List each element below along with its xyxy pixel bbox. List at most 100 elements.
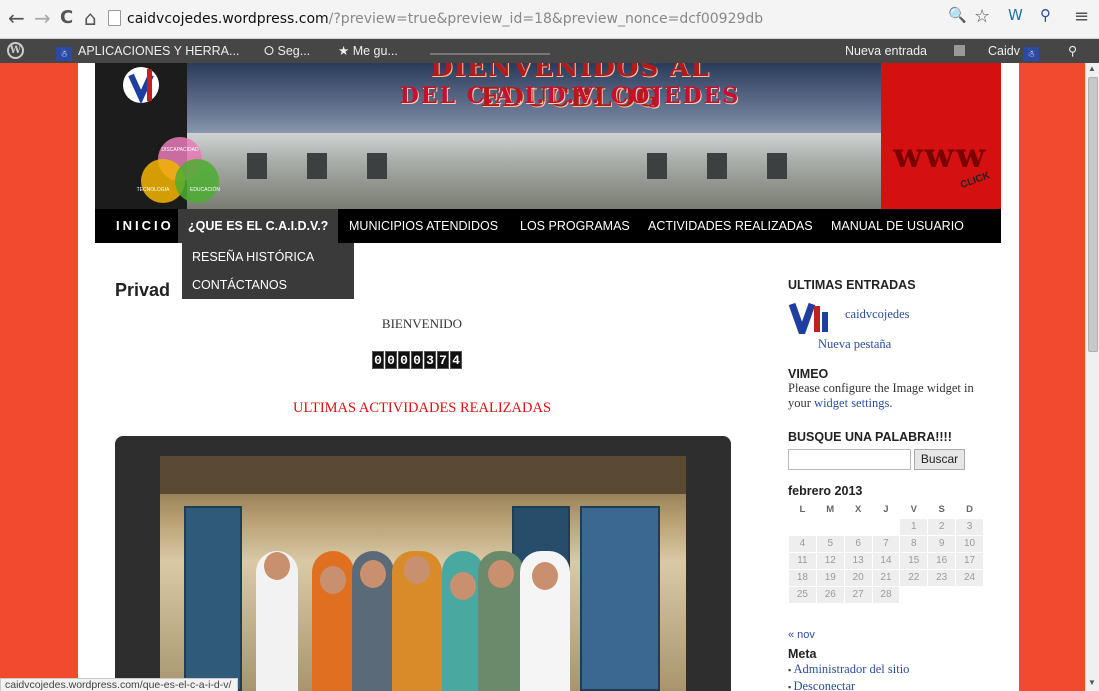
activities-slideshow[interactable] <box>115 436 731 691</box>
menu-icon[interactable]: ≡ <box>1074 6 1089 27</box>
counter-digit: 0 <box>372 351 384 369</box>
new-entry-link[interactable]: Nueva entrada <box>845 39 927 63</box>
calendar-day: 23 <box>927 568 957 587</box>
url-host: caidvcojedes.wordpress.com <box>127 11 329 27</box>
calendar-week: 123 <box>788 517 984 536</box>
scroll-up-icon[interactable]: ▲ <box>1088 64 1096 73</box>
calendar-day: 27 <box>843 585 873 604</box>
page-scrollbar[interactable]: ▲ ▼ <box>1085 63 1099 691</box>
calendar-day: 12 <box>815 551 845 570</box>
dropdown-item-contact[interactable]: CONTÁCTANOS <box>182 271 354 299</box>
page-icon <box>108 10 121 26</box>
dropdown-item-history[interactable]: RESEÑA HISTÓRICA <box>182 243 354 271</box>
circle-icon: ⭘ <box>264 44 275 58</box>
calendar-day <box>815 517 845 536</box>
calendar-day: 28 <box>871 585 901 604</box>
meta-title: Meta <box>788 647 817 661</box>
admin-bar-user-label: Caidv <box>988 44 1020 58</box>
notifications-icon[interactable] <box>954 45 965 56</box>
admin-bar-item-2[interactable]: ⭘ Seg... <box>264 39 310 63</box>
calendar-day: 19 <box>815 568 845 587</box>
latest-entries-title: ULTIMAS ENTRADAS <box>788 278 916 292</box>
calendar-day-header: L <box>799 504 806 516</box>
wordpress-extension-icon[interactable]: W <box>1008 6 1023 24</box>
calendar-week: 11 12 13 14 15 16 17 <box>788 551 984 570</box>
admin-bar-item-2-label: Seg... <box>277 44 311 58</box>
calendar-day <box>899 585 929 604</box>
admin-bar-item-3[interactable]: ★ Me gu... <box>338 39 398 63</box>
admin-search-icon[interactable]: ⚲ <box>1068 39 1077 63</box>
admin-bar-user[interactable]: Caidv ☃ <box>988 39 1045 63</box>
bookmark-star-icon[interactable]: ☆ <box>974 6 990 27</box>
calendar-day: 26 <box>815 585 845 604</box>
search-input[interactable] <box>788 449 911 470</box>
page-container: DISCAPACIDAD TECNOLOGIA EDUCACIÓN DIENVE… <box>78 63 1019 691</box>
new-tab-link[interactable]: Nueva pestaña <box>818 337 891 352</box>
search-button[interactable]: Buscar <box>914 449 965 470</box>
calendar: L M X J V S D 1 2 3 4 5 6 7 8 9 10 11 12 13 14 15 16 17 1… <box>788 502 984 604</box>
calendar-day: 14 <box>871 551 901 570</box>
calendar-day: 22 <box>899 568 929 587</box>
wordpress-logo-icon[interactable]: W <box>7 42 24 59</box>
main-nav: INICIO ¿QUE ES EL C.A.I.D.V.? MUNICIPIOS… <box>95 209 1001 243</box>
calendar-day: 9 <box>927 534 957 553</box>
search-widget-title: BUSQUE UNA PALABRA!!!! <box>788 430 952 444</box>
nav-municipalities[interactable]: MUNICIPIOS ATENDIDOS <box>349 209 498 243</box>
calendar-day <box>955 585 984 604</box>
calendar-day: 18 <box>788 568 817 587</box>
calendar-day-header: S <box>938 504 945 516</box>
calendar-day: 4 <box>788 534 817 553</box>
counter-digit: 0 <box>385 351 397 369</box>
calendar-day: 6 <box>843 534 873 553</box>
wp-admin-bar: W ☃ APLICACIONES Y HERRA... ⭘ Seg... ★ Me… <box>0 39 1099 63</box>
calendar-week: 25 26 27 28 <box>788 585 984 604</box>
nav-activities[interactable]: ACTIVIDADES REALIZADAS <box>648 209 813 243</box>
calendar-day: 20 <box>843 568 873 587</box>
calendar-day: 10 <box>955 534 984 553</box>
meta-link-logout[interactable]: Desconectar <box>788 678 909 691</box>
nav-user-manual[interactable]: MANUAL DE USUARIO <box>831 209 964 243</box>
site-header-image[interactable]: DISCAPACIDAD TECNOLOGIA EDUCACIÓN DIENVE… <box>95 63 1001 209</box>
meta-link-admin[interactable]: Administrador del sitio <box>788 661 909 678</box>
calendar-day <box>871 517 901 536</box>
calendar-week: 4 5 6 7 8 9 10 <box>788 534 984 553</box>
calendar-day: 21 <box>871 568 901 587</box>
admin-bar-site[interactable]: ☃ APLICACIONES Y HERRA... <box>56 39 239 63</box>
home-icon[interactable]: ⌂ <box>84 6 97 30</box>
welcome-text: BIENVENIDO <box>381 316 463 331</box>
calendar-day: 16 <box>927 551 957 570</box>
visit-counter: 0 0 0 0 3 7 4 <box>372 351 462 369</box>
admin-bar-stats-sparkline <box>430 53 550 55</box>
nav-home[interactable]: INICIO <box>116 209 174 243</box>
forward-icon[interactable]: → <box>34 6 51 30</box>
nav-dropdown: RESEÑA HISTÓRICA CONTÁCTANOS <box>182 243 354 299</box>
scroll-thumb[interactable] <box>1088 77 1098 352</box>
header-www-panel: www CLICK <box>881 63 1001 209</box>
search-extension-icon[interactable]: ⚲ <box>1040 6 1051 24</box>
address-bar[interactable]: caidvcojedes.wordpress.com/?preview=true… <box>108 6 988 32</box>
activity-photo[interactable] <box>160 456 686 691</box>
prev-month-link[interactable]: « nov <box>788 629 815 641</box>
nav-programs[interactable]: LOS PROGRAMAS <box>520 209 630 243</box>
activities-heading: ULTIMAS ACTIVIDADES REALIZADAS <box>292 400 552 416</box>
calendar-day: 1 <box>899 517 929 536</box>
admin-bar-item-3-label: Me gu... <box>352 44 398 58</box>
www-text: www <box>893 136 987 176</box>
nav-what-is-caidv[interactable]: ¿QUE ES EL C.A.I.D.V.? <box>178 209 339 243</box>
scroll-down-icon[interactable]: ▼ <box>1088 678 1096 687</box>
site-icon: ☃ <box>56 47 72 61</box>
latest-entry-avatar[interactable] <box>788 302 834 334</box>
calendar-day: 2 <box>927 517 957 536</box>
star-icon: ★ <box>338 44 350 58</box>
status-bar-url: caidvcojedes.wordpress.com/que-es-el-c-a… <box>0 678 239 691</box>
user-avatar-icon: ☃ <box>1023 47 1040 61</box>
admin-bar-site-label: APLICACIONES Y HERRA... <box>78 44 240 58</box>
latest-entry-link[interactable]: caidvcojedes <box>845 307 910 322</box>
reload-icon[interactable]: C <box>60 6 73 30</box>
back-icon[interactable]: ← <box>8 6 25 30</box>
calendar-day-header: V <box>910 504 917 516</box>
zoom-icon[interactable]: 🔍 <box>948 6 967 24</box>
widget-settings-link[interactable]: widget settings <box>814 396 889 410</box>
header-building-photo <box>187 133 881 209</box>
calendar-day-header: J <box>883 504 889 516</box>
